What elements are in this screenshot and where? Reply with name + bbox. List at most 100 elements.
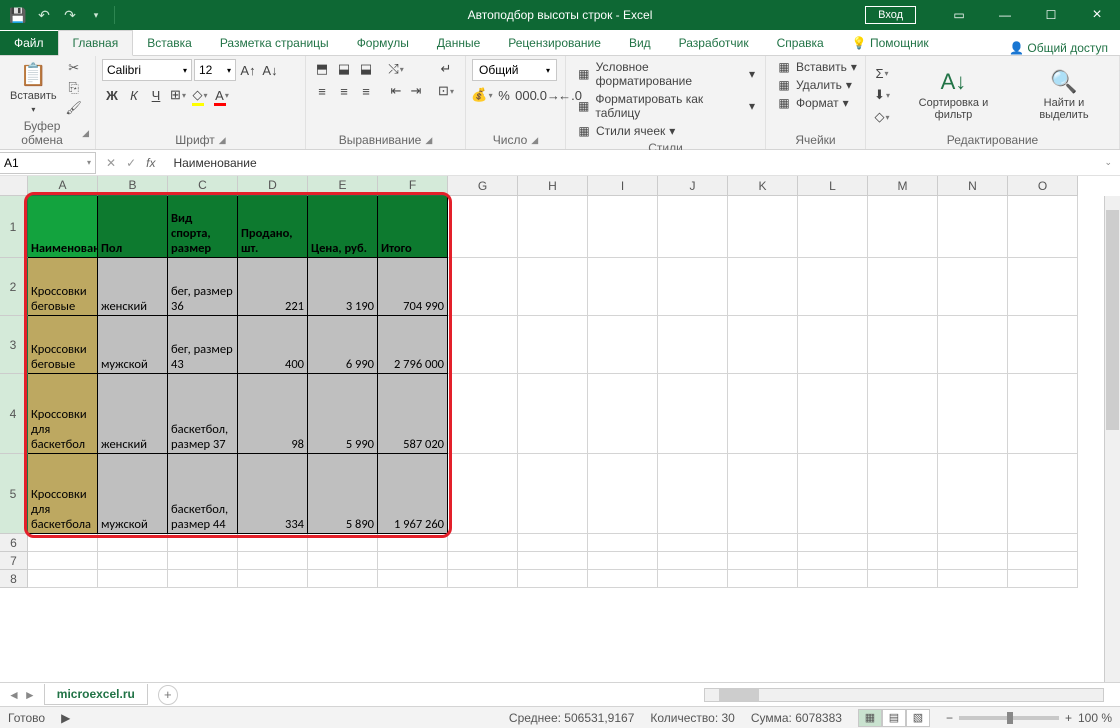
cell[interactable] bbox=[1008, 374, 1078, 454]
zoom-in-icon[interactable]: + bbox=[1065, 711, 1072, 725]
col-header-H[interactable]: H bbox=[518, 176, 588, 196]
worksheet-grid[interactable]: ABCDEFGHIJKLMNO 12345678 НаименованиеПол… bbox=[0, 176, 1120, 682]
cell[interactable] bbox=[588, 258, 658, 316]
tab-home[interactable]: Главная bbox=[58, 30, 134, 56]
cell[interactable] bbox=[868, 534, 938, 552]
cell[interactable]: Пол bbox=[98, 196, 168, 258]
login-button[interactable]: Вход bbox=[865, 6, 916, 24]
row-header-5[interactable]: 5 bbox=[0, 454, 28, 534]
tab-view[interactable]: Вид bbox=[615, 31, 665, 55]
col-header-G[interactable]: G bbox=[448, 176, 518, 196]
paste-button[interactable]: 📋Вставить▾ bbox=[6, 59, 61, 117]
zoom-slider[interactable] bbox=[959, 716, 1059, 720]
cell[interactable] bbox=[1008, 196, 1078, 258]
cell[interactable] bbox=[658, 552, 728, 570]
cell[interactable] bbox=[658, 316, 728, 374]
accounting-format-icon[interactable]: 💰 bbox=[472, 85, 492, 105]
cell[interactable]: 334 bbox=[238, 454, 308, 534]
cell[interactable] bbox=[728, 570, 798, 588]
cell[interactable] bbox=[938, 534, 1008, 552]
vertical-scrollbar[interactable] bbox=[1104, 196, 1120, 682]
cell[interactable] bbox=[728, 196, 798, 258]
cell[interactable]: 98 bbox=[238, 374, 308, 454]
cell[interactable] bbox=[868, 374, 938, 454]
align-center-icon[interactable]: ≡ bbox=[334, 81, 354, 101]
cell-styles-button[interactable]: ▦Стили ячеек ▾ bbox=[572, 123, 759, 139]
insert-cells-button[interactable]: ▦Вставить ▾ bbox=[772, 59, 861, 75]
view-page-layout-icon[interactable]: ▤ bbox=[882, 709, 906, 727]
sort-filter-button[interactable]: A↓Сортировка и фильтр bbox=[896, 59, 1011, 131]
redo-icon[interactable]: ↷ bbox=[58, 3, 82, 27]
increase-font-icon[interactable]: A↑ bbox=[238, 60, 258, 80]
cell[interactable] bbox=[938, 552, 1008, 570]
cut-icon[interactable]: ✂ bbox=[65, 59, 83, 77]
cell[interactable] bbox=[518, 258, 588, 316]
align-left-icon[interactable]: ≡ bbox=[312, 81, 332, 101]
cell[interactable]: мужской bbox=[98, 316, 168, 374]
cell[interactable] bbox=[28, 570, 98, 588]
cell[interactable] bbox=[1008, 258, 1078, 316]
col-header-K[interactable]: K bbox=[728, 176, 798, 196]
tab-insert[interactable]: Вставка bbox=[133, 31, 206, 55]
cell[interactable] bbox=[448, 196, 518, 258]
cell[interactable] bbox=[1008, 454, 1078, 534]
cell[interactable]: 5 890 bbox=[308, 454, 378, 534]
tab-formulas[interactable]: Формулы bbox=[343, 31, 423, 55]
cell[interactable] bbox=[938, 316, 1008, 374]
merge-cells-icon[interactable]: ⊡ bbox=[436, 81, 456, 101]
orientation-icon[interactable]: ⤭ bbox=[386, 59, 406, 79]
sheet-nav-next-icon[interactable]: ► bbox=[24, 688, 36, 702]
cell[interactable] bbox=[588, 534, 658, 552]
qat-customize-icon[interactable]: ▾ bbox=[84, 3, 108, 27]
borders-button[interactable]: ⊞ bbox=[168, 85, 188, 105]
cell[interactable]: 6 990 bbox=[308, 316, 378, 374]
col-header-M[interactable]: M bbox=[868, 176, 938, 196]
cell[interactable] bbox=[378, 534, 448, 552]
cell[interactable] bbox=[728, 316, 798, 374]
row-header-1[interactable]: 1 bbox=[0, 196, 28, 258]
decrease-font-icon[interactable]: A↓ bbox=[260, 60, 280, 80]
cell[interactable] bbox=[238, 534, 308, 552]
enter-formula-icon[interactable]: ✓ bbox=[126, 156, 136, 170]
format-painter-icon[interactable]: 🖌 bbox=[65, 99, 83, 117]
col-header-A[interactable]: A bbox=[28, 176, 98, 196]
cell[interactable]: женский bbox=[98, 258, 168, 316]
cell[interactable] bbox=[1008, 534, 1078, 552]
cell[interactable]: Наименование bbox=[28, 196, 98, 258]
formula-input[interactable]: Наименование bbox=[165, 156, 1096, 170]
row-header-8[interactable]: 8 bbox=[0, 570, 28, 588]
col-header-E[interactable]: E bbox=[308, 176, 378, 196]
row-header-7[interactable]: 7 bbox=[0, 552, 28, 570]
cell[interactable] bbox=[448, 258, 518, 316]
autosum-icon[interactable]: Σ bbox=[872, 63, 892, 83]
cell[interactable] bbox=[798, 316, 868, 374]
cell[interactable] bbox=[1008, 570, 1078, 588]
row-header-2[interactable]: 2 bbox=[0, 258, 28, 316]
cell[interactable] bbox=[868, 316, 938, 374]
cell[interactable]: мужской bbox=[98, 454, 168, 534]
cell[interactable] bbox=[938, 570, 1008, 588]
cell[interactable] bbox=[728, 552, 798, 570]
cell[interactable] bbox=[378, 570, 448, 588]
close-icon[interactable]: × bbox=[1074, 0, 1120, 30]
macro-record-icon[interactable]: ▶ bbox=[61, 711, 70, 725]
cell[interactable] bbox=[518, 196, 588, 258]
cell[interactable] bbox=[518, 316, 588, 374]
tab-data[interactable]: Данные bbox=[423, 31, 494, 55]
cell[interactable] bbox=[448, 552, 518, 570]
bold-button[interactable]: Ж bbox=[102, 85, 122, 105]
find-select-button[interactable]: 🔍Найти и выделить bbox=[1015, 59, 1113, 131]
cell[interactable] bbox=[588, 552, 658, 570]
cell[interactable] bbox=[518, 534, 588, 552]
sheet-nav-prev-icon[interactable]: ◄ bbox=[8, 688, 20, 702]
cell[interactable] bbox=[868, 570, 938, 588]
cell[interactable] bbox=[98, 534, 168, 552]
format-as-table-button[interactable]: ▦Форматировать как таблицу ▾ bbox=[572, 91, 759, 121]
row-header-4[interactable]: 4 bbox=[0, 374, 28, 454]
cell[interactable] bbox=[588, 454, 658, 534]
clear-icon[interactable]: ◇ bbox=[872, 107, 892, 127]
align-middle-icon[interactable]: ⬓ bbox=[334, 59, 354, 79]
tab-layout[interactable]: Разметка страницы bbox=[206, 31, 343, 55]
cell[interactable] bbox=[518, 454, 588, 534]
decrease-indent-icon[interactable]: ⇤ bbox=[386, 81, 406, 101]
